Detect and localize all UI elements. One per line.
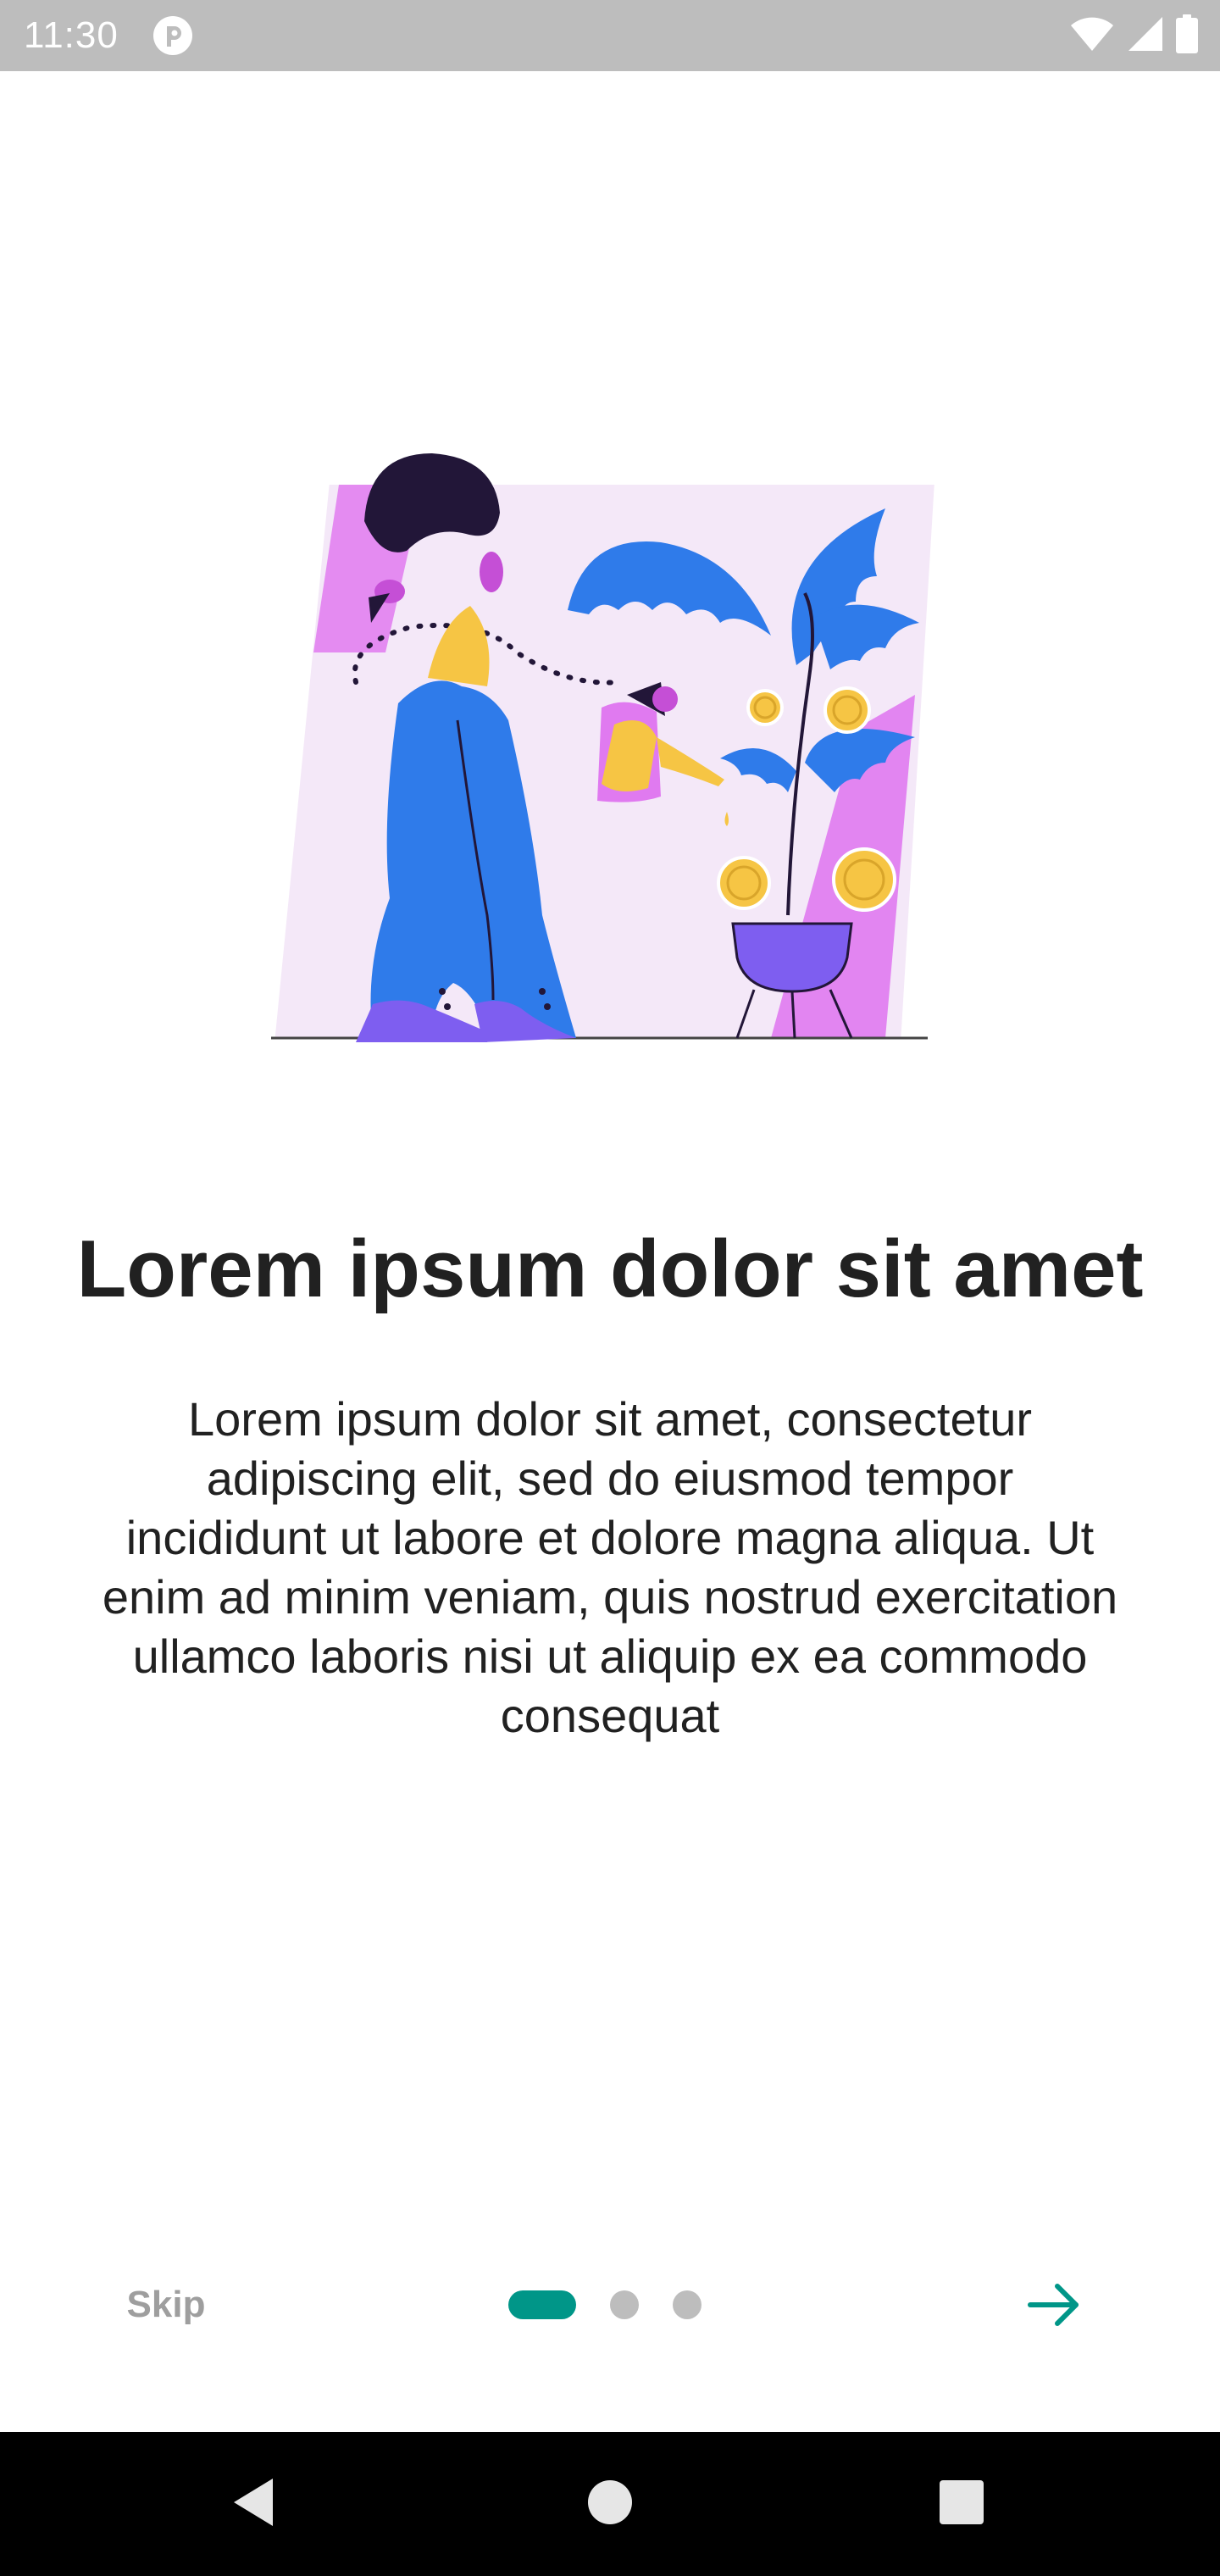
onboarding-title: Lorem ipsum dolor sit amet: [76, 1224, 1144, 1314]
woman-watering-money-plant-illustration: [263, 441, 940, 1051]
page-indicator-dot[interactable]: [673, 2290, 702, 2319]
arrow-right-icon: [1015, 2284, 1091, 2340]
recents-button[interactable]: [923, 2466, 1000, 2542]
home-button[interactable]: [572, 2466, 648, 2542]
status-bar: 11:30: [0, 0, 1220, 71]
cell-signal-icon: [1127, 15, 1164, 57]
onboarding-description: Lorem ipsum dolor sit amet, consectetur …: [102, 1392, 1118, 1742]
battery-icon: [1176, 14, 1198, 58]
next-button[interactable]: [1015, 2273, 1091, 2337]
app-notification-icon: [152, 15, 193, 56]
home-icon: [585, 2477, 635, 2532]
system-navigation-bar: [0, 2432, 1220, 2576]
page-indicator-dot[interactable]: [610, 2290, 639, 2319]
wifi-icon: [1069, 15, 1115, 57]
skip-button[interactable]: Skip: [107, 2279, 225, 2330]
onboarding-controls: Skip: [0, 2254, 1220, 2356]
back-button[interactable]: [216, 2466, 292, 2542]
recents-icon: [936, 2477, 987, 2532]
page-indicator: [508, 2290, 702, 2320]
back-icon: [229, 2475, 280, 2534]
page-indicator-dot-active[interactable]: [508, 2290, 576, 2319]
status-time: 11:30: [24, 14, 119, 56]
